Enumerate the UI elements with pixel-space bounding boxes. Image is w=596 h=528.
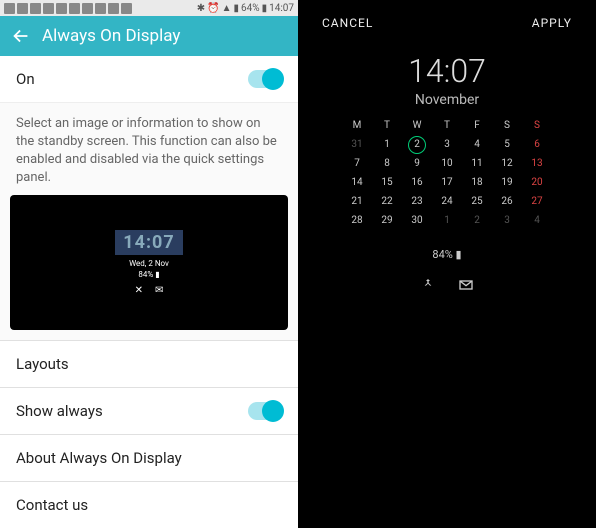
notif-icon <box>43 3 54 14</box>
notif-icon <box>82 3 93 14</box>
missed-call-icon: ✕ <box>135 285 143 296</box>
cal-cell[interactable]: 3 <box>432 135 462 154</box>
preview-battery: 84% ▮ <box>138 270 159 279</box>
preview-card[interactable]: 14:07 Wed, 2 Nov 84% ▮ ✕ ✉ <box>10 195 288 330</box>
cancel-button[interactable]: CANCEL <box>322 16 373 30</box>
cal-cell[interactable]: 20 <box>522 173 552 192</box>
cal-cell[interactable]: 1 <box>372 135 402 154</box>
missed-call-icon <box>420 277 436 293</box>
cal-cell[interactable]: 17 <box>432 173 462 192</box>
cal-cell[interactable]: 10 <box>432 154 462 173</box>
cal-cell[interactable]: 25 <box>462 192 492 211</box>
cal-cell[interactable]: 23 <box>402 192 432 211</box>
aod-time: 14:07 <box>298 52 596 90</box>
cal-cell[interactable]: 5 <box>492 135 522 154</box>
cal-day-header: M <box>342 116 372 135</box>
back-icon[interactable] <box>10 25 32 47</box>
cal-cell[interactable]: 2 <box>402 135 432 154</box>
cal-cell[interactable]: 4 <box>462 135 492 154</box>
cal-cell[interactable]: 22 <box>372 192 402 211</box>
settings-panel: ✱ ⏰ ▲ ▮ 64% ▮ 14:07 Always On Display On… <box>0 0 298 528</box>
contact-row[interactable]: Contact us <box>0 481 298 528</box>
battery-percent: 64% <box>241 3 260 14</box>
cal-cell[interactable]: 6 <box>522 135 552 154</box>
show-always-row[interactable]: Show always <box>0 387 298 434</box>
on-toggle[interactable] <box>248 70 282 88</box>
cal-day-header: W <box>402 116 432 135</box>
cal-cell[interactable]: 15 <box>372 173 402 192</box>
cal-cell[interactable]: 26 <box>492 192 522 211</box>
notif-icon <box>69 3 80 14</box>
cal-cell[interactable]: 19 <box>492 173 522 192</box>
cal-cell[interactable]: 28 <box>342 211 372 230</box>
cal-day-header: S <box>492 116 522 135</box>
mail-icon <box>458 277 474 293</box>
cal-cell[interactable]: 7 <box>342 154 372 173</box>
header: Always On Display <box>0 16 298 55</box>
cal-cell[interactable]: 21 <box>342 192 372 211</box>
cal-cell[interactable]: 13 <box>522 154 552 173</box>
cal-cell[interactable]: 16 <box>402 173 432 192</box>
notif-icon <box>17 3 28 14</box>
alarm-icon: ⏰ <box>207 3 219 14</box>
battery-icon: ▮ <box>262 3 268 14</box>
cal-cell[interactable]: 2 <box>462 211 492 230</box>
show-always-toggle[interactable] <box>248 402 282 420</box>
contact-label: Contact us <box>16 496 88 514</box>
cal-cell[interactable]: 27 <box>522 192 552 211</box>
preview-panel: CANCEL APPLY 14:07 November MTWTFSS 3112… <box>298 0 596 528</box>
status-bar: ✱ ⏰ ▲ ▮ 64% ▮ 14:07 <box>0 0 298 16</box>
cal-day-header: F <box>462 116 492 135</box>
cal-cell[interactable]: 30 <box>402 211 432 230</box>
notif-icon <box>30 3 41 14</box>
cal-cell[interactable]: 31 <box>342 135 372 154</box>
cal-cell[interactable]: 18 <box>462 173 492 192</box>
cal-cell[interactable]: 29 <box>372 211 402 230</box>
layouts-label: Layouts <box>16 355 69 373</box>
preview-date: Wed, 2 Nov <box>129 259 169 268</box>
notif-icon <box>108 3 119 14</box>
about-label: About Always On Display <box>16 449 182 467</box>
cal-cell[interactable]: 1 <box>432 211 462 230</box>
page-title: Always On Display <box>42 26 180 46</box>
aod-month: November <box>298 92 596 108</box>
cal-cell[interactable]: 9 <box>402 154 432 173</box>
notif-icon <box>56 3 67 14</box>
on-row[interactable]: On <box>0 56 298 103</box>
cal-cell[interactable]: 12 <box>492 154 522 173</box>
bluetooth-icon: ✱ <box>197 3 205 14</box>
calendar: MTWTFSS 31123456789101112131415161718192… <box>342 116 552 230</box>
wifi-icon: ▲ <box>222 3 232 14</box>
layouts-row[interactable]: Layouts <box>0 340 298 387</box>
notif-icon <box>4 3 15 14</box>
notif-icon <box>121 3 132 14</box>
aod-battery: 84% ▮ <box>298 248 596 261</box>
notif-icon <box>95 3 106 14</box>
cal-day-header: T <box>432 116 462 135</box>
cal-cell[interactable]: 8 <box>372 154 402 173</box>
on-label: On <box>16 70 35 88</box>
cal-day-header: S <box>522 116 552 135</box>
show-always-label: Show always <box>16 402 103 420</box>
cal-cell[interactable]: 14 <box>342 173 372 192</box>
cal-cell[interactable]: 11 <box>462 154 492 173</box>
apply-button[interactable]: APPLY <box>532 16 572 30</box>
about-row[interactable]: About Always On Display <box>0 434 298 481</box>
cal-cell[interactable]: 4 <box>522 211 552 230</box>
cal-day-header: T <box>372 116 402 135</box>
description-text: Select an image or information to show o… <box>0 103 298 196</box>
mail-icon: ✉ <box>155 285 163 296</box>
signal-icon: ▮ <box>233 3 239 14</box>
menu-list: Layouts Show always About Always On Disp… <box>0 340 298 528</box>
cal-cell[interactable]: 24 <box>432 192 462 211</box>
preview-clock: 14:07 <box>115 230 182 255</box>
cal-cell[interactable]: 3 <box>492 211 522 230</box>
status-time: 14:07 <box>269 3 294 14</box>
